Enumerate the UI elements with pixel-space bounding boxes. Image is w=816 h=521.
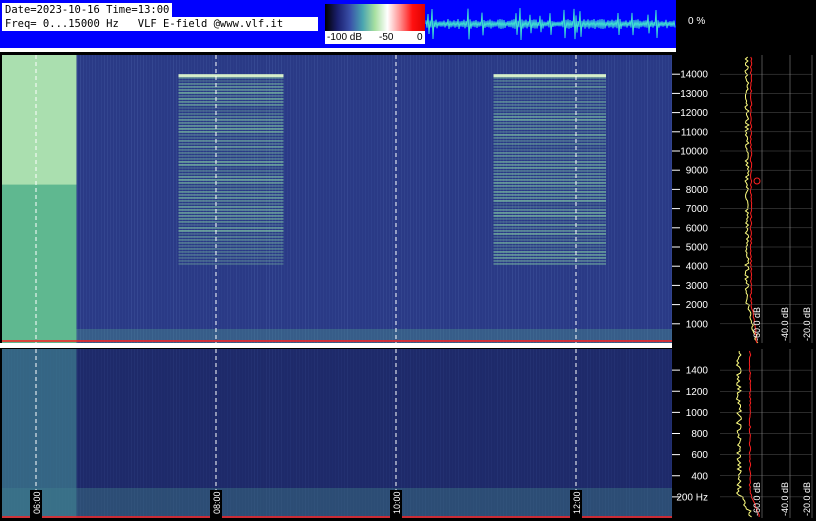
freq-label-upper-5: 6000 bbox=[686, 223, 709, 234]
freq-label-upper-6: 7000 bbox=[686, 204, 709, 215]
header-frequency-info: Freq= 0...15000 Hz VLF E-field @www.vlf.… bbox=[2, 17, 318, 31]
time-tick-label-3: 12:00 bbox=[572, 491, 582, 514]
freq-label-upper-2: 3000 bbox=[686, 281, 709, 292]
activity-percent-label: 0 % bbox=[688, 16, 706, 27]
header-separator bbox=[0, 48, 676, 52]
spectrum-db-label-1-2: -20.0 dB bbox=[802, 482, 812, 516]
freq-label-lower-6: 1400 bbox=[686, 366, 709, 377]
freq-label-upper-13: 14000 bbox=[680, 70, 708, 81]
freq-label-upper-1: 2000 bbox=[686, 300, 709, 311]
freq-label-lower-0: 200 Hz bbox=[676, 492, 708, 503]
freq-label-lower-2: 600 bbox=[691, 450, 708, 461]
spectrum-db-label-0-2: -20.0 dB bbox=[802, 307, 812, 341]
freq-label-lower-5: 1200 bbox=[686, 387, 709, 398]
freq-label-upper-3: 4000 bbox=[686, 262, 709, 273]
colorbar bbox=[325, 4, 425, 31]
spectrum-db-label-0-0: -60.0 dB bbox=[752, 307, 762, 341]
colorbar-labels: -100 dB -50 0 bbox=[325, 31, 425, 44]
freq-label-upper-9: 10000 bbox=[680, 147, 708, 158]
freq-label-upper-12: 13000 bbox=[680, 89, 708, 100]
freq-label-upper-4: 5000 bbox=[686, 243, 709, 254]
panel-separator bbox=[0, 343, 676, 348]
colorbar-label-mid: -50 bbox=[379, 32, 394, 43]
spectrum-db-label-1-1: -40.0 dB bbox=[780, 482, 790, 516]
freq-label-upper-7: 8000 bbox=[686, 185, 709, 196]
vlf-spectrogram-chart: 06:00 08:00 10:00 12:0010002000300040005000… bbox=[0, 0, 816, 521]
colorbar-label-min: -100 dB bbox=[327, 32, 363, 43]
freq-label-upper-8: 9000 bbox=[686, 166, 709, 177]
freq-label-lower-4: 1000 bbox=[686, 408, 709, 419]
freq-label-upper-0: 1000 bbox=[686, 319, 709, 330]
spectrum-db-label-0-1: -40.0 dB bbox=[780, 307, 790, 341]
freq-label-lower-1: 400 bbox=[691, 471, 708, 482]
freq-label-upper-11: 12000 bbox=[680, 108, 708, 119]
colorbar-label-max: 0 bbox=[417, 32, 423, 43]
spectrum-db-label-1-0: -60.0 dB bbox=[752, 482, 762, 516]
time-tick-label-2: 10:00 bbox=[392, 491, 402, 514]
freq-label-upper-10: 11000 bbox=[681, 127, 709, 138]
band-0-bright bbox=[2, 55, 77, 185]
time-tick-label-1: 08:00 bbox=[212, 491, 222, 514]
header-date-time: Date=2023-10-16 Time=13:00 bbox=[2, 3, 173, 17]
freq-label-lower-3: 800 bbox=[691, 429, 708, 440]
time-tick-label-0: 06:00 bbox=[32, 491, 42, 514]
